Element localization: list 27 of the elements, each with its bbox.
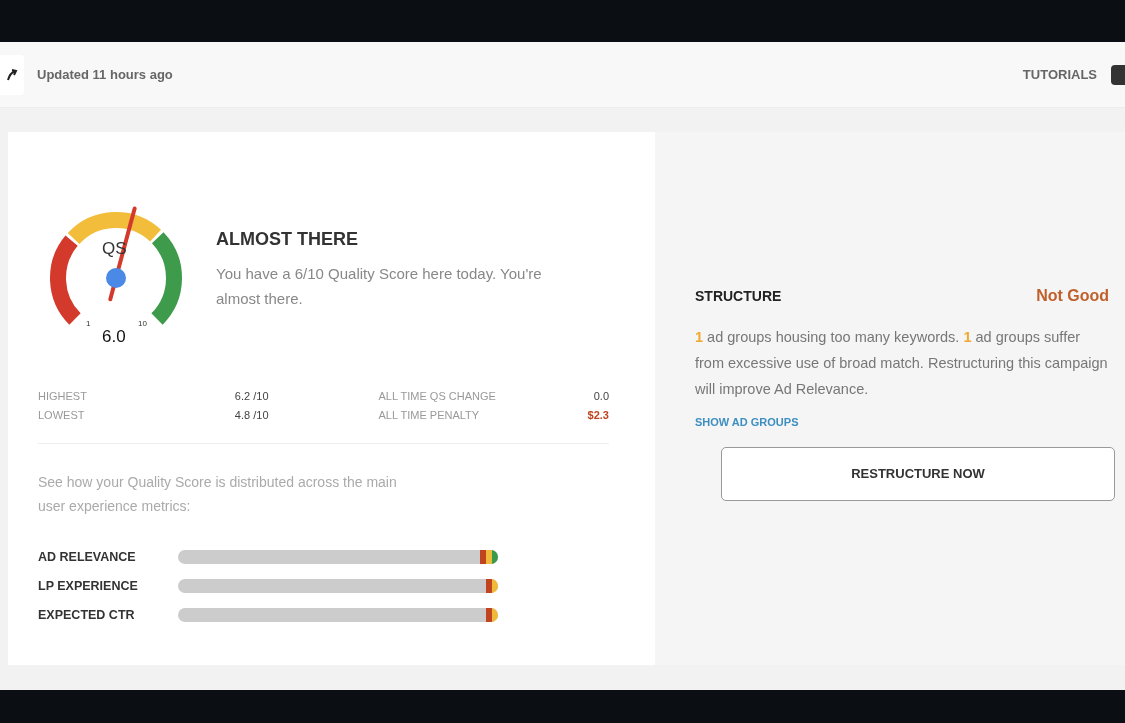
summary-title: ALMOST THERE [216, 228, 359, 251]
arrow-icon [6, 67, 18, 82]
stat-label: LOWEST [38, 407, 85, 423]
stat-value: 4.8 /10 [234, 407, 269, 423]
stat-label: HIGHEST [38, 389, 87, 404]
refresh-button[interactable] [0, 54, 24, 95]
status-text: Not Good [1036, 286, 1109, 306]
tutorials-link[interactable]: TUTORIALS [1022, 64, 1097, 85]
stat-label: ALL TIME QS CHANGE [378, 389, 496, 404]
stat-value: 0.0 [593, 389, 609, 404]
structure-title: STRUCTURE [695, 287, 782, 306]
updated-text: Updated 11 hours ago [37, 65, 173, 84]
stat-label: ALL TIME PENALTY [378, 407, 480, 423]
show-ad-groups-link[interactable]: SHOW AD GROUPS [695, 414, 1119, 431]
gauge-value: 6.0 [102, 326, 126, 348]
metrics-intro: See how your Quality Score is distributed across the main user experience metrics: [38, 473, 398, 516]
gauge-max: 10 [138, 318, 147, 330]
dark-button[interactable] [1111, 64, 1125, 85]
restructure-button[interactable]: RESTRUCTURE NOW [721, 446, 1115, 501]
metric-label: EXPECTED CTR [38, 606, 136, 624]
stat-value: $2.3 [587, 407, 609, 423]
structure-description: 1 ad groups housing too many keywords. 1 ad groups suffer from excessive use of broad match. Restructuring this campaign will improve Ad Relevance. [695, 328, 1109, 399]
stat-value: 6.2 /10 [234, 389, 269, 404]
gauge-min: 1 [86, 318, 91, 330]
metric-label: LP EXPERIENCE [38, 577, 139, 595]
summary-text: You have a 6/10 Quality Score here today. You're almost there. [216, 264, 543, 309]
metric-label: AD RELEVANCE [38, 549, 137, 566]
